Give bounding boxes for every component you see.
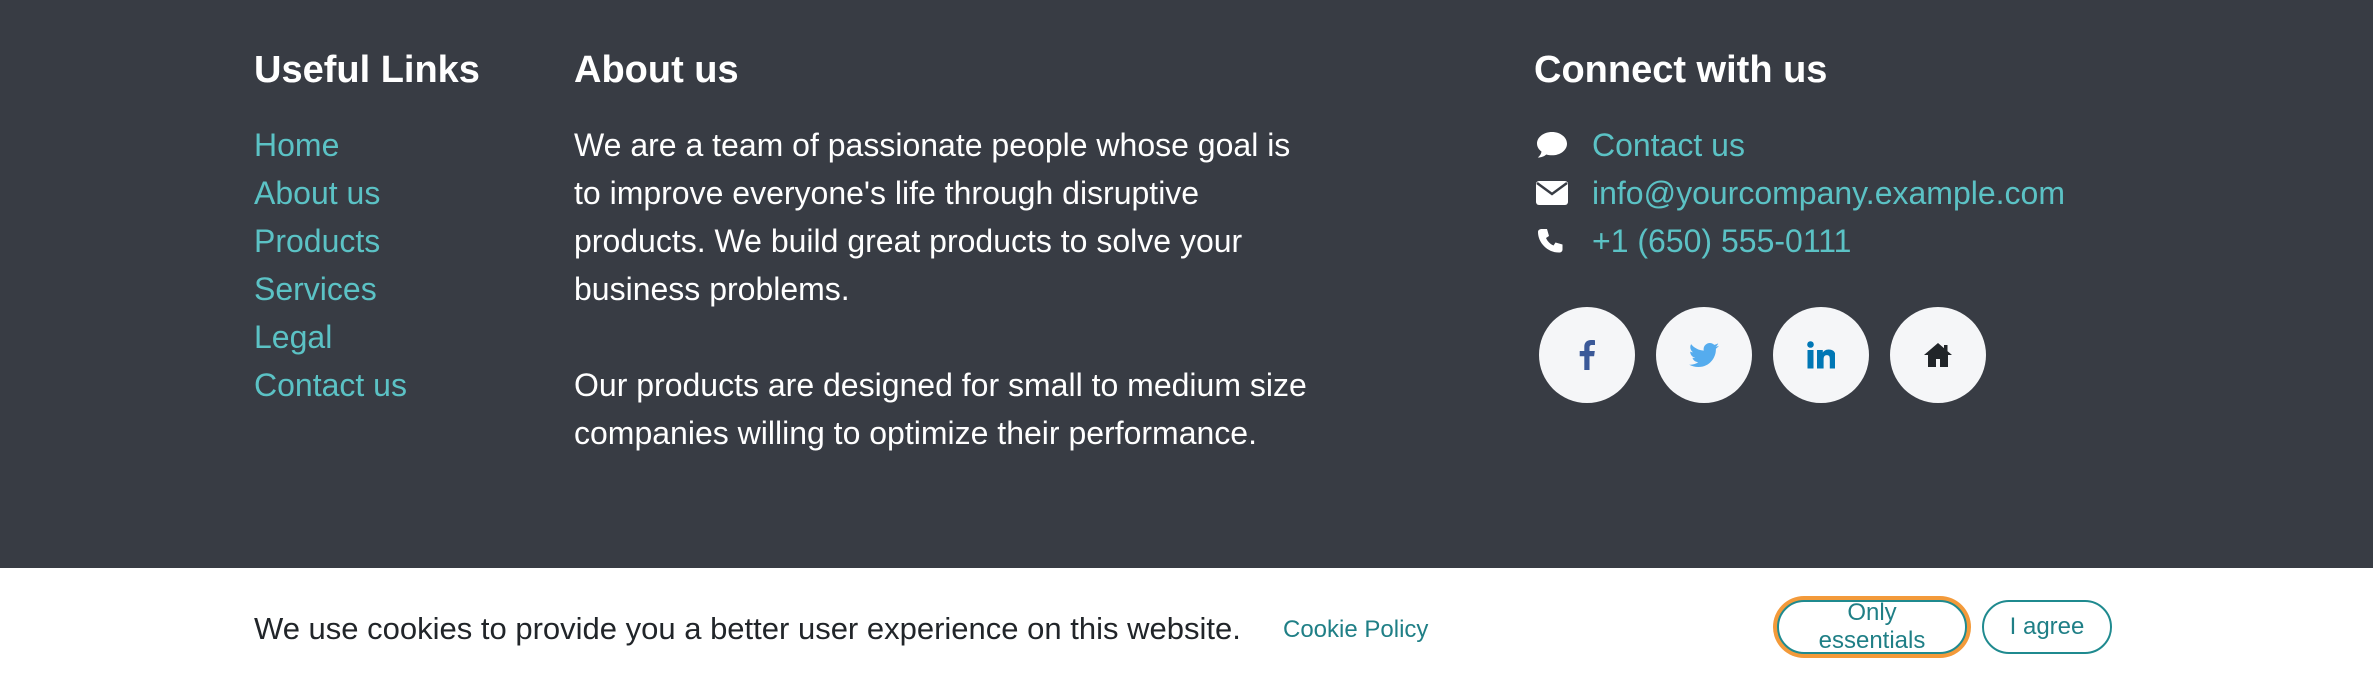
- link-legal[interactable]: Legal: [254, 319, 332, 355]
- email-link[interactable]: info@yourcompany.example.com: [1592, 175, 2065, 212]
- list-item: Contact us: [254, 361, 554, 409]
- useful-links-section: Useful Links Home About us Products Serv…: [254, 45, 554, 409]
- cookie-policy-link[interactable]: Cookie Policy: [1283, 610, 1428, 650]
- about-paragraph-2: Our products are designed for small to m…: [574, 367, 1307, 451]
- cookie-message: We use cookies to provide you a better u…: [254, 611, 1241, 646]
- connect-heading: Connect with us: [1534, 49, 1828, 91]
- linkedin-icon: [1807, 341, 1835, 369]
- site-footer: Useful Links Home About us Products Serv…: [0, 0, 2373, 568]
- envelope-icon: [1536, 169, 1576, 217]
- twitter-button[interactable]: [1656, 307, 1752, 403]
- comment-icon: [1536, 121, 1576, 169]
- list-item: Products: [254, 217, 554, 265]
- about-heading: About us: [574, 49, 739, 91]
- useful-links-heading: Useful Links: [254, 49, 480, 91]
- contact-item: +1 (650) 555-0111: [1534, 217, 2174, 265]
- facebook-icon: [1579, 340, 1595, 370]
- phone-icon: [1536, 217, 1576, 265]
- linkedin-button[interactable]: [1773, 307, 1869, 403]
- link-products[interactable]: Products: [254, 223, 380, 259]
- contact-us-link[interactable]: Contact us: [1592, 127, 1745, 164]
- home-icon: [1924, 343, 1952, 367]
- list-item: About us: [254, 169, 554, 217]
- useful-links-list: Home About us Products Services Legal Co…: [254, 121, 554, 409]
- list-item: Legal: [254, 313, 554, 361]
- list-item: Services: [254, 265, 554, 313]
- contact-item: Contact us: [1534, 121, 2174, 169]
- twitter-icon: [1689, 343, 1719, 367]
- contact-list: Contact us info@yourcompany.example.com …: [1534, 121, 2174, 265]
- cookie-consent-bar: We use cookies to provide you a better u…: [0, 568, 2373, 689]
- link-contact-us[interactable]: Contact us: [254, 367, 407, 403]
- phone-link[interactable]: +1 (650) 555-0111: [1592, 223, 1851, 260]
- about-paragraph-1: We are a team of passionate people whose…: [574, 127, 1291, 307]
- home-button[interactable]: [1890, 307, 1986, 403]
- social-links: [1539, 307, 2174, 403]
- link-about-us[interactable]: About us: [254, 175, 380, 211]
- facebook-button[interactable]: [1539, 307, 1635, 403]
- connect-section: Connect with us Contact us info@yourcomp…: [1534, 45, 2174, 403]
- link-services[interactable]: Services: [254, 271, 377, 307]
- only-essentials-button[interactable]: Only essentials: [1777, 599, 1967, 654]
- contact-item: info@yourcompany.example.com: [1534, 169, 2174, 217]
- i-agree-button[interactable]: I agree: [1982, 600, 2112, 654]
- list-item: Home: [254, 121, 554, 169]
- about-section: About us We are a team of passionate peo…: [574, 45, 1334, 457]
- link-home[interactable]: Home: [254, 127, 339, 163]
